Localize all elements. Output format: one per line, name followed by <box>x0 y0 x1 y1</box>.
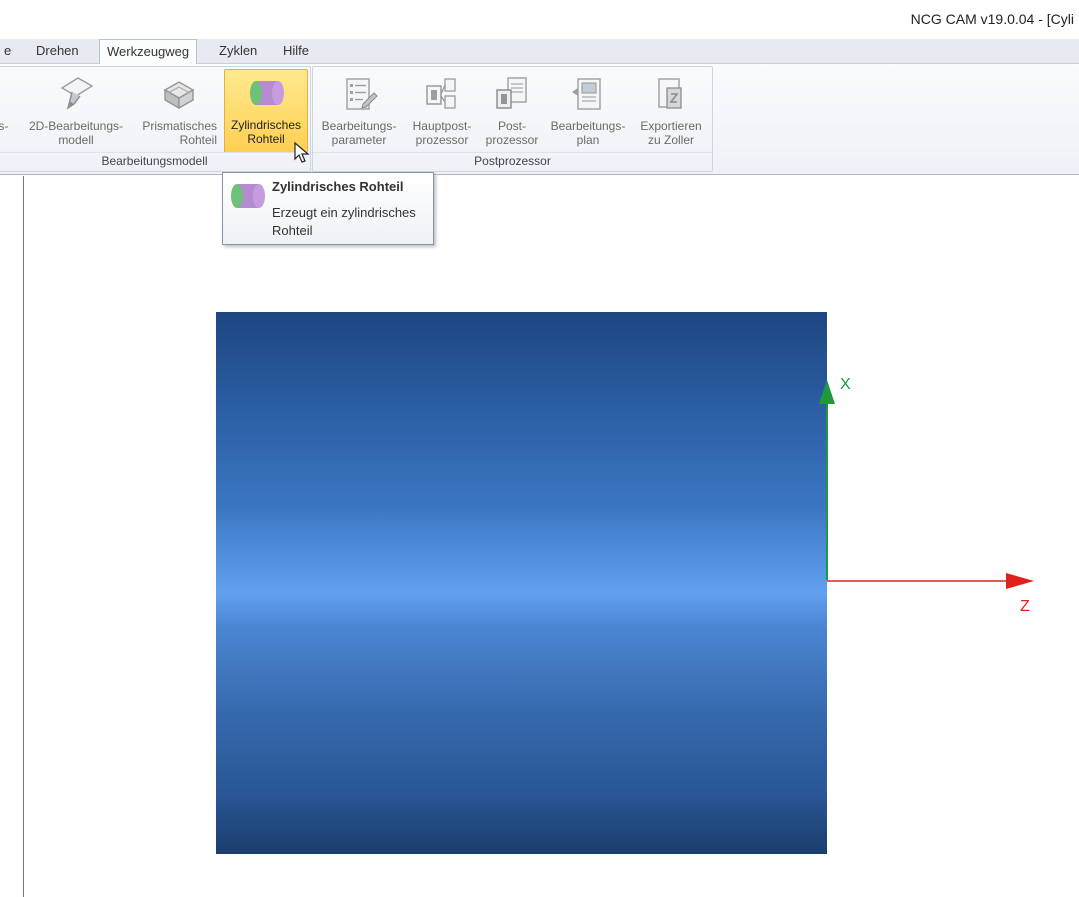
ribbon-tooltip: Zylindrisches Rohteil Erzeugt ein zylind… <box>222 172 434 245</box>
machining-plan-icon <box>572 78 601 110</box>
ribbon-button-label: Rohteil <box>179 133 217 147</box>
z-axis-label: Z <box>1020 598 1030 615</box>
tooltip-description: Erzeugt ein zylindrisches Rohteil <box>272 205 416 238</box>
window-title: NCG CAM v19.0.04 - [Cyli <box>910 11 1074 27</box>
ribbon-button-label: Exportieren <box>640 119 702 133</box>
ribbon-button-label: plan <box>576 133 600 147</box>
ribbon-button-label: Bearbeitungs- <box>321 119 397 133</box>
mouse-pointer-icon <box>294 142 310 163</box>
ribbon-button-label: Zylindrisches <box>230 118 302 132</box>
ribbon-button-label: Hauptpost- <box>412 119 472 133</box>
menu-item-zyklen[interactable]: Zyklen <box>219 41 257 62</box>
ribbon-button-postprozessor[interactable]: Post- prozessor <box>481 71 543 149</box>
ribbon-button-zylindrisches-rohteil[interactable]: Zylindrisches Rohteil <box>224 69 308 153</box>
ribbon-button-label: prozessor <box>485 133 539 147</box>
menu-item-cut[interactable]: e <box>4 41 11 62</box>
ribbon-button-label: Post- <box>497 119 526 133</box>
menu-item-hilfe[interactable]: Hilfe <box>283 41 309 62</box>
ribbon-group-label: Bearbeitungsmodell <box>0 152 310 171</box>
ribbon-group-postprozessor: Bearbeitungs- parameter Hauptpost- proze… <box>312 66 713 172</box>
ribbon-button-label: parameter <box>331 133 387 147</box>
ribbon-button-cut-off[interactable]: ıs- <box>0 71 15 149</box>
lathe-tool-icon <box>60 77 94 110</box>
ribbon-button-label: zu Zoller <box>647 133 694 147</box>
menu-bar: e Drehen Werkzeugweg Zyklen Hilfe <box>0 39 1079 64</box>
ribbon-group-label: Postprozessor <box>313 152 712 171</box>
cylindrical-stock-render <box>216 312 827 854</box>
prismatic-stock-icon <box>163 81 195 110</box>
ribbon-group-bearbeitungsmodell: ıs- 2D-Bearbeitungs- modell Prismatische… <box>0 66 311 172</box>
ribbon-button-bearbeitungsplan[interactable]: Bearbeitungs- plan <box>544 71 632 149</box>
tooltip-title: Zylindrisches Rohteil <box>272 179 404 194</box>
ribbon-button-hauptpostprozessor[interactable]: Hauptpost- prozessor <box>404 71 480 149</box>
ribbon-button-bearbeitungsparameter[interactable]: Bearbeitungs- parameter <box>315 71 403 149</box>
export-zoller-icon <box>658 78 682 109</box>
ribbon-button-2d-bearbeitungsmodell[interactable]: 2D-Bearbeitungs- modell <box>19 71 133 149</box>
ribbon-button-label: 2D-Bearbeitungs- <box>28 119 124 133</box>
postprocessor-icon <box>496 77 527 109</box>
ribbon-button-exportieren-zu-zoller[interactable]: Exportieren zu Zoller <box>633 71 709 149</box>
title-bar: NCG CAM v19.0.04 - [Cyli <box>0 0 1079 36</box>
ribbon: ıs- 2D-Bearbeitungs- modell Prismatische… <box>0 64 1079 175</box>
ribbon-button-cut-label: ıs- <box>0 119 9 133</box>
cylinder-stock-icon <box>250 81 284 105</box>
menu-item-werkzeugweg[interactable]: Werkzeugweg <box>99 39 198 64</box>
parameter-sheet-icon <box>346 78 378 110</box>
main-postprocessor-icon <box>426 78 456 109</box>
ribbon-button-prismatisches-rohteil[interactable]: Prismatisches Rohteil <box>137 71 221 149</box>
ribbon-button-label: prozessor <box>415 133 469 147</box>
ribbon-button-label: modell <box>58 133 94 147</box>
z-axis-arrow <box>1006 573 1034 589</box>
menu-item-drehen[interactable]: Drehen <box>36 41 79 62</box>
ribbon-button-label: Prismatisches <box>142 119 217 133</box>
ribbon-button-label: Bearbeitungs- <box>550 119 626 133</box>
cylinder-stock-icon <box>231 184 265 208</box>
viewport-left-border <box>23 176 24 897</box>
x-axis-label: X <box>840 376 851 393</box>
